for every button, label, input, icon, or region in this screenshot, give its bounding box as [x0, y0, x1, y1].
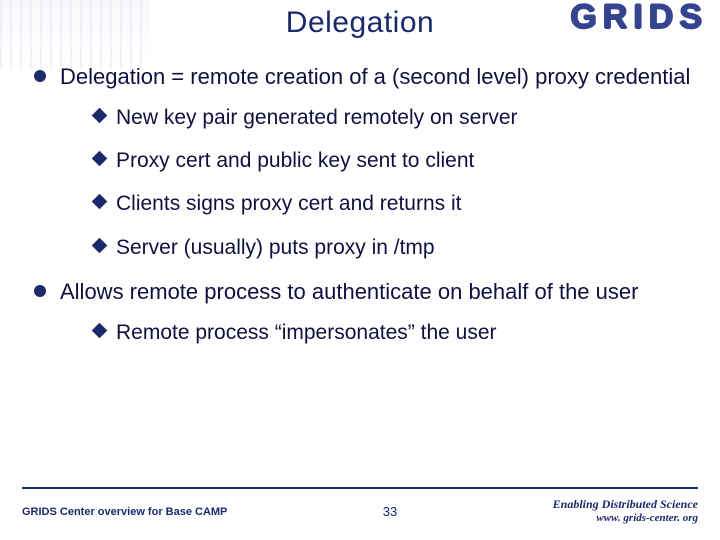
bullet-item: Allows remote process to authenticate on… — [32, 277, 696, 346]
footer: GRIDS Center overview for Base CAMP 33 E… — [20, 487, 700, 526]
sub-bullet-item: Server (usually) puts proxy in /tmp — [60, 234, 696, 261]
footer-right-text: Enabling Distributed Science www. grids-… — [553, 497, 700, 526]
header: Delegation GRIDS — [0, 0, 720, 50]
page-number: 33 — [370, 504, 410, 519]
footer-divider — [22, 487, 698, 489]
sub-bullet-item: New key pair generated remotely on serve… — [60, 104, 696, 131]
bullet-list: Delegation = remote creation of a (secon… — [32, 62, 696, 346]
sub-bullet-item: Proxy cert and public key sent to client — [60, 147, 696, 174]
footer-tagline: Enabling Distributed Science — [553, 497, 698, 512]
bullet-item: Delegation = remote creation of a (secon… — [32, 62, 696, 261]
sub-bullet-item: Clients signs proxy cert and returns it — [60, 190, 696, 217]
bullet-text: Allows remote process to authenticate on… — [60, 279, 638, 304]
sub-bullet-item: Remote process “impersonates” the user — [60, 319, 696, 346]
footer-left-text: GRIDS Center overview for Base CAMP — [20, 506, 227, 518]
sub-bullet-list: Remote process “impersonates” the user — [60, 319, 696, 346]
sub-bullet-list: New key pair generated remotely on serve… — [60, 104, 696, 261]
bullet-text: Delegation = remote creation of a (secon… — [60, 64, 690, 89]
content-area: Delegation = remote creation of a (secon… — [32, 62, 696, 362]
footer-url: www. grids-center. org — [553, 512, 698, 526]
grids-logo: GRIDS — [570, 0, 708, 37]
footer-row: GRIDS Center overview for Base CAMP 33 E… — [20, 497, 700, 526]
